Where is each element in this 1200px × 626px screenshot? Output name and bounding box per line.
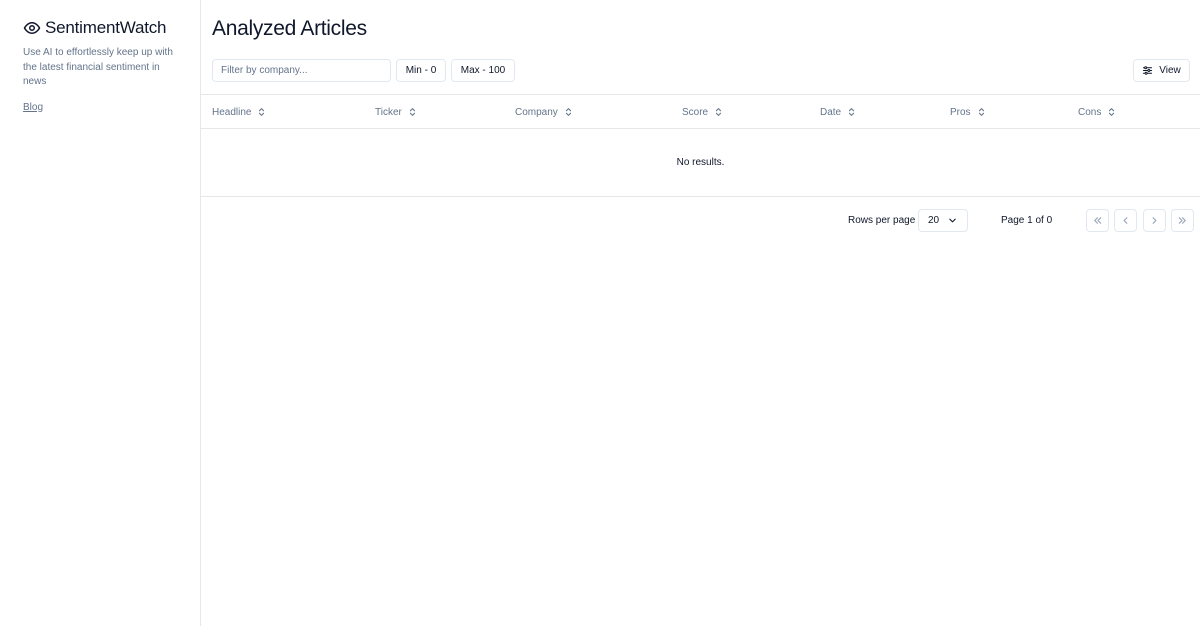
- blog-link[interactable]: Blog: [23, 102, 43, 113]
- column-header-label: Cons: [1078, 106, 1102, 118]
- rows-per-page-value: 20: [928, 215, 940, 226]
- column-header-score[interactable]: Score: [682, 95, 723, 129]
- brand: SentimentWatch: [23, 18, 177, 38]
- double-chevron-right-icon: [1177, 215, 1188, 226]
- sort-icon: [847, 107, 856, 117]
- rows-per-page-select[interactable]: 20: [918, 209, 968, 232]
- main-content: Analyzed Articles Min - 0 Max - 100 View…: [201, 0, 1200, 626]
- column-header-label: Company: [515, 106, 558, 118]
- column-header-label: Score: [682, 106, 709, 118]
- double-chevron-left-icon: [1092, 215, 1103, 226]
- sidebar: SentimentWatch Use AI to effortlessly ke…: [0, 0, 201, 626]
- brand-name: SentimentWatch: [45, 18, 167, 37]
- sort-icon: [408, 107, 417, 117]
- column-header-company[interactable]: Company: [515, 95, 573, 129]
- chevron-right-icon: [1149, 215, 1160, 226]
- last-page-button[interactable]: [1171, 209, 1194, 232]
- column-header-date[interactable]: Date: [820, 95, 856, 129]
- column-header-label: Date: [820, 106, 842, 118]
- view-options-button[interactable]: View: [1133, 59, 1190, 82]
- sort-icon: [1107, 107, 1116, 117]
- column-header-cons[interactable]: Cons: [1078, 95, 1116, 129]
- column-header-label: Ticker: [375, 106, 402, 118]
- articles-table: Headline Ticker Company Score Date Pros: [201, 94, 1200, 197]
- column-header-ticker[interactable]: Ticker: [375, 95, 417, 129]
- min-score-filter-button[interactable]: Min - 0: [396, 59, 446, 82]
- rows-per-page-label: Rows per page: [848, 215, 916, 226]
- column-header-label: Pros: [950, 106, 971, 118]
- max-score-filter-button[interactable]: Max - 100: [451, 59, 515, 82]
- toolbar: Min - 0 Max - 100 View: [212, 59, 1200, 83]
- sliders-icon: [1142, 65, 1153, 76]
- chevron-down-icon: [948, 216, 957, 225]
- next-page-button[interactable]: [1143, 209, 1166, 232]
- page-title: Analyzed Articles: [212, 17, 367, 40]
- view-button-label: View: [1159, 65, 1181, 76]
- first-page-button[interactable]: [1086, 209, 1109, 232]
- table-header: Headline Ticker Company Score Date Pros: [201, 94, 1200, 129]
- sort-icon: [977, 107, 986, 117]
- table-body: No results.: [201, 129, 1200, 197]
- empty-state-message: No results.: [676, 157, 725, 168]
- pagination: Rows per page 20 Page 1 of 0: [201, 209, 1200, 232]
- sort-icon: [564, 107, 573, 117]
- company-filter-input[interactable]: [212, 59, 391, 82]
- eye-icon: [23, 19, 41, 37]
- column-header-pros[interactable]: Pros: [950, 95, 986, 129]
- column-header-label: Headline: [212, 106, 252, 118]
- column-header-headline[interactable]: Headline: [212, 95, 266, 129]
- sort-icon: [714, 107, 723, 117]
- previous-page-button[interactable]: [1114, 209, 1137, 232]
- chevron-left-icon: [1120, 215, 1131, 226]
- sort-icon: [257, 107, 266, 117]
- page-info: Page 1 of 0: [1001, 215, 1053, 226]
- tagline: Use AI to effortlessly keep up with the …: [23, 47, 173, 87]
